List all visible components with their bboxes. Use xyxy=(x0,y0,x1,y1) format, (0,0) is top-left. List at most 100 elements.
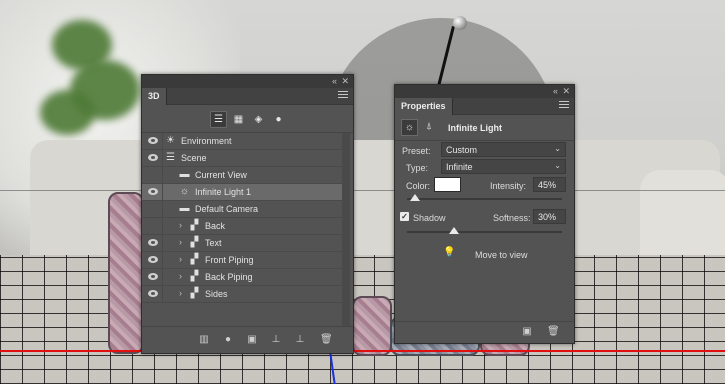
eye-icon[interactable] xyxy=(148,171,158,178)
environment-icon: ☀ xyxy=(166,135,175,146)
scene-filter-icon[interactable]: ☰ xyxy=(210,111,227,128)
render-icon[interactable]: ▣ xyxy=(246,334,258,346)
color-label: Color: xyxy=(406,181,431,191)
intensity-slider-track[interactable] xyxy=(407,198,562,200)
visibility-toggle[interactable] xyxy=(142,218,163,234)
eye-icon[interactable] xyxy=(148,188,158,195)
layer-row[interactable]: ☰ Scene xyxy=(142,150,342,167)
drop-to-ground-icon[interactable]: ⊥ xyxy=(270,334,282,346)
3d-text-mesh[interactable] xyxy=(108,192,144,354)
mesh-icon: ▞ xyxy=(190,254,199,265)
preset-dropdown[interactable]: Custom ⌄ xyxy=(441,142,566,157)
eye-icon[interactable] xyxy=(148,205,158,212)
3d-panel: « ✕ 3D ☰ ▦ ◈ ● ☀ Environment ☰ Scene ▬ Curren… xyxy=(141,74,354,354)
material-filter-icon[interactable]: ◈ xyxy=(250,111,267,128)
visibility-toggle[interactable] xyxy=(142,286,163,302)
layer-label: Front Piping xyxy=(205,255,254,265)
light-handle-knob[interactable] xyxy=(453,16,467,30)
visibility-toggle[interactable] xyxy=(142,150,163,166)
panel-menu-icon[interactable] xyxy=(559,101,569,110)
mesh-filter-icon[interactable]: ▦ xyxy=(230,111,247,128)
light-settings-icon[interactable]: ☼ xyxy=(401,119,418,136)
intensity-slider-knob[interactable] xyxy=(409,194,420,201)
layer-row[interactable]: ☼ Infinite Light 1 xyxy=(142,184,342,201)
type-value: Infinite xyxy=(446,162,473,172)
eye-icon[interactable] xyxy=(148,290,158,297)
layer-row[interactable]: ☀ Environment xyxy=(142,133,342,150)
tab-properties[interactable]: Properties xyxy=(395,98,453,115)
visibility-toggle[interactable] xyxy=(142,252,163,268)
eye-icon[interactable] xyxy=(148,273,158,280)
layer-label: Sides xyxy=(205,289,228,299)
preset-value: Custom xyxy=(446,145,478,155)
softness-slider-knob[interactable] xyxy=(448,227,459,234)
visibility-toggle[interactable] xyxy=(142,269,163,285)
layer-row[interactable]: › ▞ Back Piping xyxy=(142,269,342,286)
collapse-icon[interactable]: « xyxy=(553,86,558,96)
visibility-toggle[interactable] xyxy=(142,167,163,183)
coordinates-icon[interactable]: ⍋ xyxy=(426,121,432,132)
visibility-toggle[interactable] xyxy=(142,184,163,200)
layer-label: Back xyxy=(205,221,226,231)
render-icon[interactable]: ▣ xyxy=(521,326,533,338)
move-to-view-icon[interactable]: 💡 xyxy=(443,247,459,259)
expand-chevron-icon[interactable]: › xyxy=(179,288,182,298)
expand-chevron-icon[interactable]: › xyxy=(179,220,182,230)
layer-list-scrollbar[interactable] xyxy=(342,133,350,328)
visibility-toggle[interactable] xyxy=(142,235,163,251)
ground-horizon-line xyxy=(0,190,725,191)
intensity-field[interactable]: 45% xyxy=(533,177,566,192)
layer-label: Infinite Light 1 xyxy=(195,187,252,197)
layer-row[interactable]: ▬ Current View xyxy=(142,167,342,184)
expand-chevron-icon[interactable]: › xyxy=(179,271,182,281)
type-label: Type: xyxy=(406,163,429,173)
x-axis-line xyxy=(0,350,725,352)
light-filter-icon[interactable]: ● xyxy=(270,111,287,128)
new-scene-icon[interactable]: ▥ xyxy=(198,334,210,346)
delete-icon[interactable]: 🗑 xyxy=(320,334,333,346)
eye-icon[interactable] xyxy=(148,239,158,246)
visibility-toggle[interactable] xyxy=(142,201,163,217)
mesh-icon: ▞ xyxy=(190,271,199,282)
eye-icon[interactable] xyxy=(148,222,158,229)
move-to-view-label[interactable]: Move to view xyxy=(475,250,528,260)
canvas-scene[interactable] xyxy=(0,0,725,384)
layer-row[interactable]: ▬ Default Camera xyxy=(142,201,342,218)
eye-icon[interactable] xyxy=(148,256,158,263)
layer-list: ☀ Environment ☰ Scene ▬ Current View ☼ Infinite… xyxy=(142,133,342,303)
softness-field[interactable]: 30% xyxy=(533,209,566,224)
expand-chevron-icon[interactable]: › xyxy=(179,237,182,247)
layer-label: Scene xyxy=(181,153,207,163)
panel-menu-icon[interactable] xyxy=(338,91,348,100)
light-color-swatch[interactable] xyxy=(434,177,461,192)
panel-titlebar[interactable]: « ✕ xyxy=(395,85,574,98)
panel-bottom-bar: ▥ ● ▣ ⊥ ⊥ 🗑 xyxy=(142,326,353,353)
close-icon[interactable]: ✕ xyxy=(341,76,349,87)
properties-title: Infinite Light xyxy=(448,123,502,133)
type-dropdown[interactable]: Infinite ⌄ xyxy=(441,159,566,174)
mesh-icon: ▞ xyxy=(190,237,199,248)
shadow-checkbox[interactable]: ✓ xyxy=(400,212,409,221)
intensity-label: Intensity: xyxy=(490,181,527,191)
softness-slider-track[interactable] xyxy=(407,231,562,233)
layer-row[interactable]: › ▞ Sides xyxy=(142,286,342,303)
collapse-icon[interactable]: « xyxy=(332,76,337,86)
plant-leaves xyxy=(40,90,95,135)
panel-titlebar[interactable]: « ✕ xyxy=(142,75,353,88)
close-icon[interactable]: ✕ xyxy=(562,86,570,97)
layer-label: Text xyxy=(205,238,222,248)
add-light-icon[interactable]: ● xyxy=(222,334,234,346)
new-item-icon[interactable]: ⊥ xyxy=(294,334,306,346)
shadow-label: Shadow xyxy=(413,213,446,223)
layer-row[interactable]: › ▞ Front Piping xyxy=(142,252,342,269)
eye-icon[interactable] xyxy=(148,154,158,161)
tab-3d[interactable]: 3D xyxy=(142,88,167,105)
delete-icon[interactable]: 🗑 xyxy=(547,326,560,338)
chevron-down-icon: ⌄ xyxy=(554,161,561,170)
visibility-toggle[interactable] xyxy=(142,133,163,149)
layer-row[interactable]: › ▞ Back xyxy=(142,218,342,235)
layer-row[interactable]: › ▞ Text xyxy=(142,235,342,252)
3d-text-mesh[interactable] xyxy=(352,296,392,356)
expand-chevron-icon[interactable]: › xyxy=(179,254,182,264)
eye-icon[interactable] xyxy=(148,137,158,144)
